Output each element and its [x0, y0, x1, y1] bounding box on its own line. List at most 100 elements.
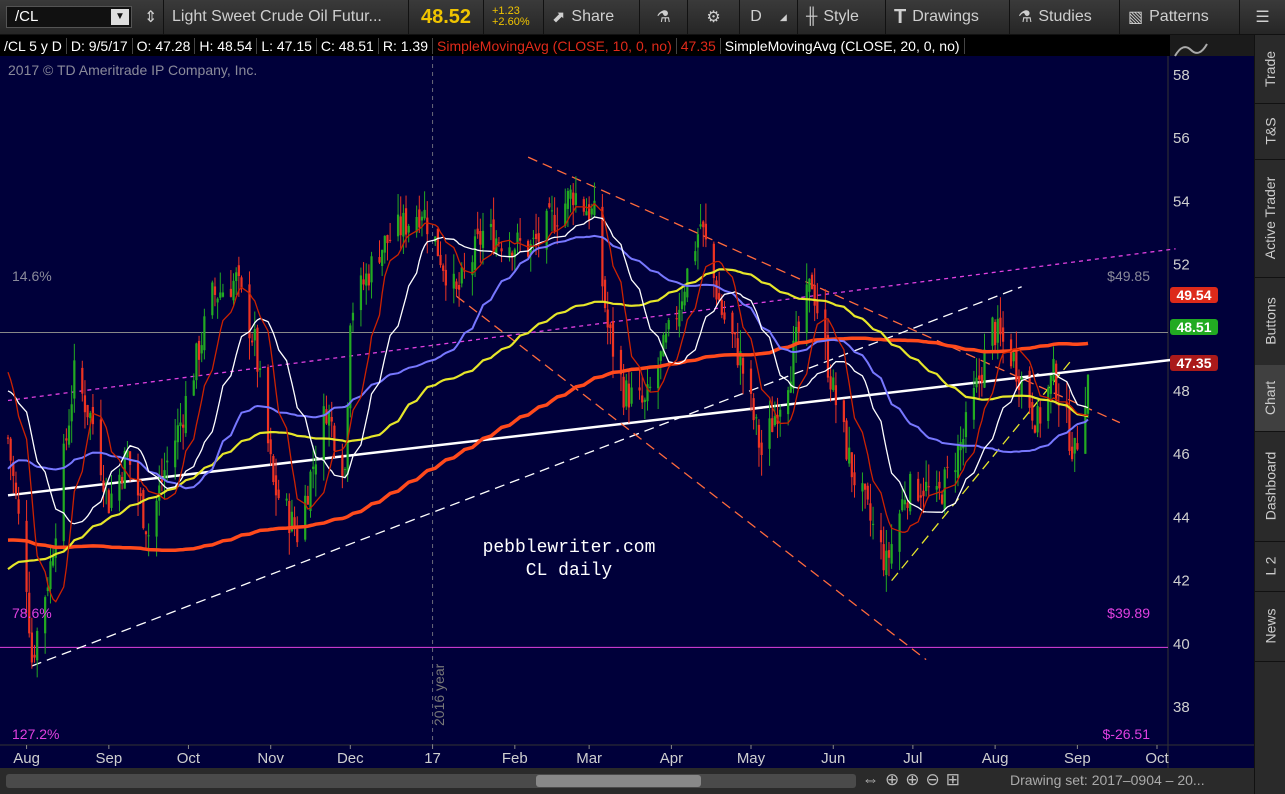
flask-button[interactable]: ⚗ [640, 0, 688, 34]
candle-body [556, 225, 559, 227]
candle-body [192, 380, 195, 396]
x-tick-label: Jul [903, 750, 922, 767]
candle-body [850, 452, 853, 478]
candle-body [36, 630, 39, 661]
tab-active-trader[interactable]: Active Trader [1255, 159, 1285, 278]
candle-body [479, 230, 482, 245]
candle-body [197, 340, 201, 360]
candle-body [813, 284, 816, 306]
candle-body [972, 388, 976, 420]
zoom-fit-icon[interactable]: ⊞ [946, 770, 966, 789]
fib-mid-price: $39.89 [1107, 605, 1150, 621]
candle-body [444, 269, 447, 286]
drawing-set-label[interactable]: Drawing set: 2017–0904 – 20... [1010, 772, 1205, 788]
candle-body [232, 280, 235, 301]
zoom-in-icon[interactable]: ⊕ [905, 770, 925, 789]
x-tick-label: Sep [95, 750, 122, 767]
candle-body [439, 254, 442, 266]
candle-body [139, 493, 142, 497]
drawings-button[interactable]: T Drawings [886, 0, 1010, 34]
candle-body [994, 321, 997, 346]
candle-body [1070, 446, 1074, 460]
candle-body [901, 499, 904, 511]
candle-body [991, 317, 994, 346]
candle-body [927, 486, 930, 488]
price-badge-sma10-text: 47.35 [1176, 355, 1211, 371]
candle-body [678, 309, 681, 327]
right-sidebar: Trade T&S Active Trader Buttons Chart Da… [1254, 35, 1285, 794]
symbol-dropdown-icon[interactable]: ▼ [111, 9, 129, 25]
candle-body [396, 214, 400, 237]
tab-level2[interactable]: L 2 [1255, 541, 1285, 592]
y-tick-label: 58 [1173, 67, 1190, 84]
candle-body [136, 461, 140, 496]
studies-button[interactable]: ⚗ Studies [1010, 0, 1120, 34]
crosshair-icon[interactable]: ⊕ [885, 770, 905, 789]
candle-body [1015, 350, 1018, 382]
price-chart[interactable]: 3840424446485052545658 AugSepOctNovDec17… [0, 36, 1254, 768]
candle-body [67, 425, 71, 445]
candle-body [853, 472, 856, 486]
zoom-controls[interactable]: ⇔⊕⊕⊖⊞ [862, 770, 966, 790]
candle-body [582, 199, 585, 212]
chart-mode-icon[interactable] [1174, 43, 1208, 57]
pan-icon[interactable]: ⇔ [862, 770, 885, 789]
y-tick-label: 48 [1173, 383, 1190, 400]
candle-body [919, 495, 922, 498]
menu-icon[interactable]: ☰ [1240, 0, 1285, 34]
y-tick-label: 52 [1173, 257, 1190, 274]
candle-body [768, 418, 771, 449]
candle-body [938, 481, 941, 489]
candle-body [351, 312, 355, 321]
settings-button[interactable]: ⚙ [688, 0, 740, 34]
tab-trade[interactable]: Trade [1255, 35, 1285, 104]
candle-body [975, 377, 978, 388]
candle-body [526, 240, 530, 257]
candle-body [147, 535, 150, 537]
symbol-input[interactable]: /CL ▼ [6, 6, 132, 28]
share-button[interactable]: ⬈ Share [544, 0, 640, 34]
candle-body [370, 256, 373, 283]
candle-body [349, 325, 352, 409]
candle-body [922, 490, 925, 497]
candle-body [365, 273, 368, 286]
tab-news[interactable]: News [1255, 591, 1285, 662]
tab-buttons[interactable]: Buttons [1255, 277, 1285, 366]
candle-body [33, 654, 36, 658]
candle-body [954, 470, 957, 473]
candle-body [699, 224, 702, 227]
candle-body [903, 500, 907, 505]
candle-body [704, 223, 707, 240]
candle-body [309, 471, 312, 511]
horizontal-scrollbar[interactable] [6, 774, 856, 788]
candle-body [442, 265, 445, 271]
candle-body [657, 367, 660, 389]
candle-body [163, 470, 166, 479]
candle-body [277, 489, 280, 499]
x-tick-label: Oct [1145, 750, 1169, 767]
x-tick-label: 17 [424, 750, 441, 767]
tab-ts[interactable]: T&S [1255, 103, 1285, 160]
aggregation-button[interactable]: D ◢ [740, 0, 798, 34]
scrollbar-thumb[interactable] [536, 775, 701, 787]
y-tick-label: 54 [1173, 193, 1190, 210]
link-icon[interactable]: ⇕ [136, 0, 164, 34]
candle-body [492, 219, 495, 253]
plot-area [0, 56, 1168, 768]
bottom-bar: ⇔⊕⊕⊖⊞ Drawing set: 2017–0904 – 20... [0, 768, 1254, 794]
zoom-out-icon[interactable]: ⊖ [926, 770, 946, 789]
candle-body [1084, 407, 1087, 454]
candle-body [481, 230, 485, 248]
patterns-button[interactable]: ▧ Patterns [1120, 0, 1240, 34]
x-tick-label: Aug [982, 750, 1009, 767]
tab-chart[interactable]: Chart [1255, 365, 1285, 432]
style-button[interactable]: ╫ Style [798, 0, 886, 34]
tab-dashboard[interactable]: Dashboard [1255, 431, 1285, 542]
candles-icon: ╫ [806, 8, 818, 25]
candle-body [630, 387, 633, 404]
candle-body [659, 351, 662, 361]
candle-body [333, 425, 336, 451]
candle-body [760, 442, 763, 455]
candle-body [956, 445, 960, 479]
watermark-line1: pebblewriter.com [483, 538, 656, 558]
